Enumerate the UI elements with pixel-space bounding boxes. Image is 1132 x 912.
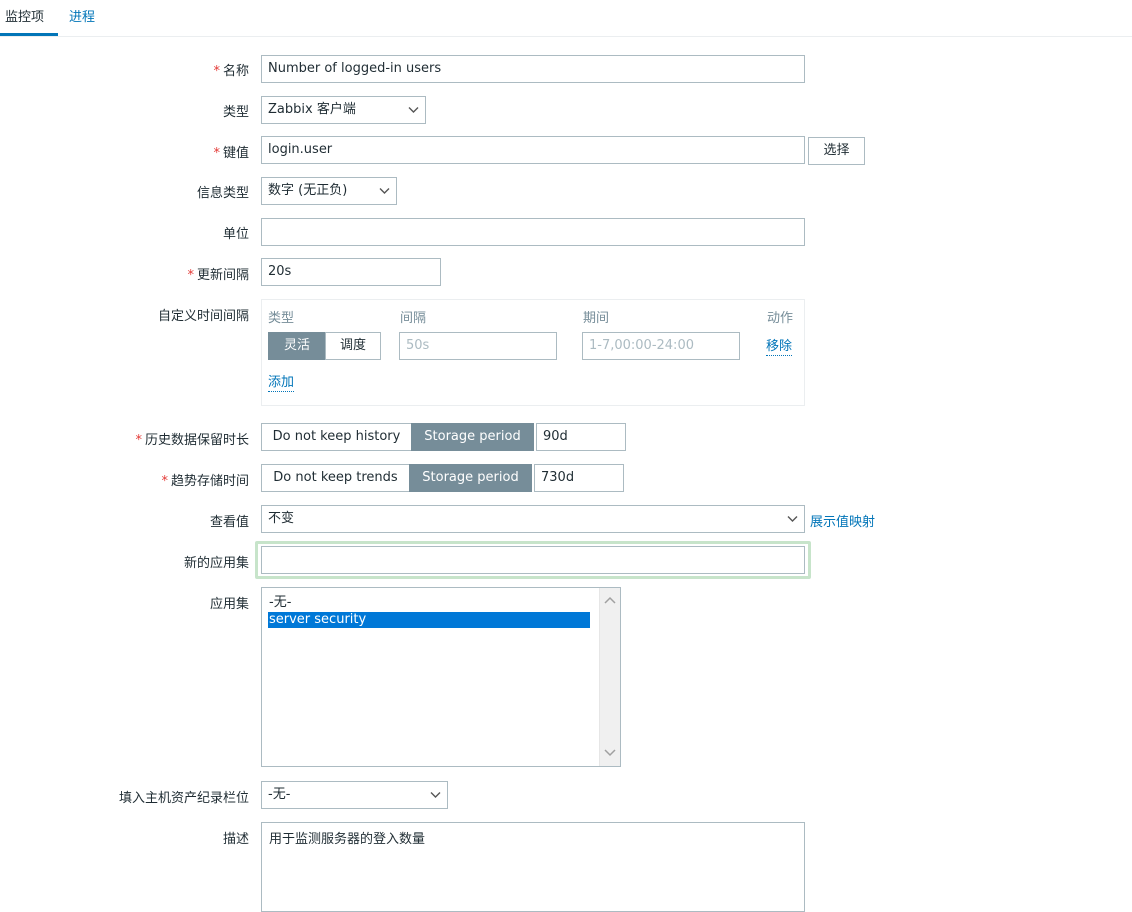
chevron-down-icon	[408, 107, 419, 113]
applications-listbox[interactable]: -无- server security	[261, 587, 621, 767]
type-select-value: Zabbix 客户端	[268, 102, 356, 117]
history-storage-period-toggle[interactable]: Storage period	[411, 423, 534, 451]
scheduling-toggle[interactable]: 调度	[325, 332, 381, 360]
update-interval-label: 更新间隔	[187, 264, 249, 283]
key-select-button[interactable]: 选择	[808, 137, 865, 165]
history-do-not-keep-toggle[interactable]: Do not keep history	[261, 423, 412, 451]
description-label: 描述	[222, 832, 249, 847]
history-period-input[interactable]: 90d	[536, 423, 626, 451]
active-tab-indicator	[0, 33, 58, 36]
application-option-server-security[interactable]: server security	[268, 612, 590, 628]
interval-input[interactable]: 50s	[399, 332, 557, 360]
period-input[interactable]: 1-7,00:00-24:00	[582, 332, 740, 360]
show-value-select[interactable]: 不变	[261, 505, 805, 533]
inventory-field-label: 填入主机资产纪录栏位	[118, 791, 249, 806]
col-header-type: 类型	[268, 311, 295, 326]
key-label: 键值	[213, 142, 249, 161]
inventory-field-select[interactable]: -无-	[261, 781, 448, 809]
new-application-input[interactable]	[261, 546, 805, 574]
description-textarea[interactable]: 用于监测服务器的登入数量	[261, 822, 805, 912]
tab-processes[interactable]: 进程	[69, 8, 95, 28]
flexible-toggle[interactable]: 灵活	[268, 332, 326, 360]
application-option-none[interactable]: -无-	[268, 595, 590, 611]
chevron-down-icon	[787, 516, 798, 522]
tab-bar: 监控项 进程	[0, 0, 1132, 37]
show-value-label: 查看值	[209, 515, 249, 530]
info-type-select[interactable]: 数字 (无正负)	[261, 177, 397, 205]
custom-intervals-table: 类型 间隔 期间 动作 灵活 调度 50s 1-7,00:00-24:00 移除…	[261, 299, 805, 406]
trends-period-input[interactable]: 730d	[534, 464, 624, 492]
history-label: 历史数据保留时长	[135, 429, 249, 448]
trends-do-not-keep-toggle[interactable]: Do not keep trends	[261, 464, 410, 492]
new-application-label: 新的应用集	[183, 556, 249, 571]
scroll-down-icon[interactable]	[604, 749, 616, 757]
name-input[interactable]: Number of logged-in users	[261, 55, 805, 83]
col-header-interval: 间隔	[400, 311, 427, 326]
show-value-selected: 不变	[268, 511, 295, 526]
show-value-mappings-link[interactable]: 展示值映射	[810, 511, 875, 530]
custom-intervals-label: 自定义时间间隔	[157, 309, 249, 324]
type-label: 类型	[222, 105, 249, 120]
trends-label: 趋势存储时间	[161, 470, 249, 489]
col-header-period: 期间	[583, 311, 610, 326]
update-interval-input[interactable]: 20s	[261, 258, 441, 286]
remove-interval-link[interactable]: 移除	[766, 339, 793, 356]
applications-label: 应用集	[209, 597, 249, 612]
chevron-down-icon	[430, 792, 441, 798]
tab-item[interactable]: 监控项	[5, 8, 44, 28]
inventory-field-value: -无-	[268, 787, 291, 802]
chevron-down-icon	[379, 188, 390, 194]
units-label: 单位	[222, 227, 249, 242]
info-type-label: 信息类型	[196, 186, 249, 201]
listbox-scrollbar[interactable]	[599, 588, 620, 766]
type-select[interactable]: Zabbix 客户端	[261, 96, 426, 124]
key-input[interactable]: login.user	[261, 136, 805, 164]
col-header-action: 动作	[767, 311, 794, 326]
scroll-up-icon[interactable]	[604, 596, 616, 604]
name-label: 名称	[213, 60, 249, 79]
info-type-value: 数字 (无正负)	[268, 183, 348, 198]
units-input[interactable]	[261, 218, 805, 246]
add-interval-link[interactable]: 添加	[268, 375, 295, 392]
trends-storage-period-toggle[interactable]: Storage period	[409, 464, 532, 492]
